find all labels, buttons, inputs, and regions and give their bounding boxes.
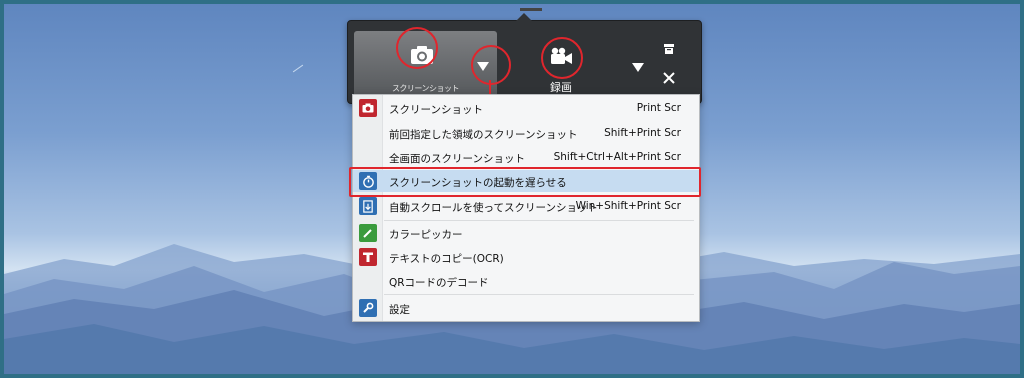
- menu-item-label: スクリーンショット: [389, 104, 483, 116]
- close-icon[interactable]: [662, 71, 676, 85]
- menu-item-shortcut: Win+Shift+Print Scr: [575, 200, 681, 212]
- menu-item-ocr[interactable]: テキストのコピー(OCR): [353, 246, 699, 268]
- menu-item-shortcut: Shift+Print Scr: [604, 127, 681, 139]
- record-button[interactable]: [541, 37, 585, 81]
- menu-item-label: 全画面のスクリーンショット: [389, 153, 525, 165]
- menu-item-previous-region[interactable]: 前回指定した領域のスクリーンショット Shift+Print Scr: [353, 122, 699, 144]
- menu-item-label: QRコードのデコード: [389, 277, 489, 289]
- menu-separator: [384, 294, 694, 295]
- menu-item-scroll-capture[interactable]: 自動スクロールを使ってスクリーンショット Win+Shift+Print Scr: [353, 195, 699, 217]
- menu-item-label: 自動スクロールを使ってスクリーンショット: [389, 202, 598, 214]
- menu-item-label: 前回指定した領域のスクリーンショット: [389, 129, 578, 141]
- menu-item-qr-decode[interactable]: QRコードのデコード: [353, 270, 699, 292]
- screenshot-dropdown-menu: スクリーンショット Print Scr 前回指定した領域のスクリーンショット S…: [352, 94, 700, 322]
- menu-item-label: テキストのコピー(OCR): [389, 253, 504, 265]
- menu-item-shortcut: Shift+Ctrl+Alt+Print Scr: [553, 151, 681, 163]
- record-label: 録画: [550, 81, 572, 94]
- capture-toolbar: スクリーンショット 録画: [347, 13, 702, 104]
- menu-item-screenshot[interactable]: スクリーンショット Print Scr: [353, 97, 699, 119]
- menu-item-color-picker[interactable]: カラーピッカー: [353, 222, 699, 244]
- trash-icon[interactable]: [663, 43, 675, 55]
- menu-item-fullscreen[interactable]: 全画面のスクリーンショット Shift+Ctrl+Alt+Print Scr: [353, 146, 699, 168]
- screenshot-label: スクリーンショット: [391, 84, 460, 93]
- pen-icon: [359, 224, 377, 242]
- annotation-circle-dropdown: [471, 45, 511, 85]
- text-t-icon: [359, 248, 377, 266]
- top-edge-segment: [520, 8, 542, 11]
- wrench-icon: [359, 299, 377, 317]
- triangle-down-icon[interactable]: [632, 61, 644, 73]
- screenshot-frame: スクリーンショット 録画 スクリーンショット Print Scr 前回指定した領…: [0, 0, 1024, 378]
- camera-icon: [359, 99, 377, 117]
- annotation-circle-screenshot: [396, 27, 438, 69]
- menu-item-label: 設定: [389, 304, 410, 316]
- menu-item-shortcut: Print Scr: [636, 102, 681, 114]
- menu-separator: [384, 220, 694, 221]
- menu-item-label: カラーピッカー: [389, 229, 463, 241]
- scroll-capture-icon: [359, 197, 377, 215]
- annotation-highlight-box: [349, 167, 701, 197]
- video-camera-icon: [551, 47, 572, 64]
- menu-item-settings[interactable]: 設定: [353, 297, 699, 319]
